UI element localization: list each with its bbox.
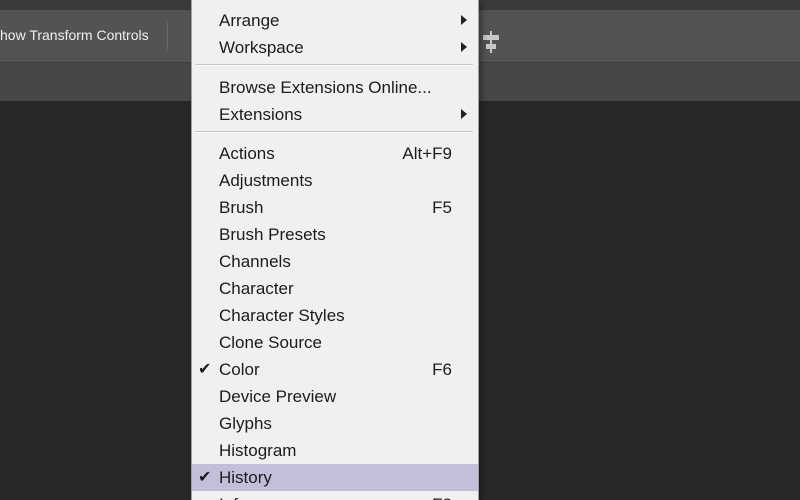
menu-item-label: Actions bbox=[219, 144, 275, 163]
submenu-arrow-icon bbox=[461, 15, 467, 25]
menu-item-label: Character bbox=[219, 279, 294, 298]
menu-item-shortcut: Alt+F9 bbox=[402, 144, 452, 163]
menu-separator bbox=[195, 131, 473, 133]
menu-item-workspace[interactable]: Workspace bbox=[192, 34, 478, 61]
menu-item-channels[interactable]: Channels bbox=[192, 248, 478, 275]
menu-item-label: Clone Source bbox=[219, 333, 323, 352]
menu-item-history[interactable]: ✔ History bbox=[192, 464, 478, 491]
options-bar-divider bbox=[167, 22, 168, 50]
menu-item-label: Glyphs bbox=[219, 414, 272, 433]
submenu-arrow-icon bbox=[461, 109, 467, 119]
menu-item-label: Info bbox=[219, 495, 247, 500]
menu-item-label: Brush bbox=[219, 198, 264, 217]
menu-item-label: Device Preview bbox=[219, 387, 337, 406]
menu-item-label: Arrange bbox=[219, 11, 280, 30]
menu-item-label: Browse Extensions Online... bbox=[219, 78, 432, 97]
menu-item-shortcut: F8 bbox=[432, 495, 452, 500]
menu-item-info[interactable]: Info F8 bbox=[192, 491, 478, 500]
menu-item-clone-source[interactable]: Clone Source bbox=[192, 329, 478, 356]
menu-separator bbox=[195, 64, 473, 66]
menu-item-label: Histogram bbox=[219, 441, 297, 460]
menu-item-shortcut: F5 bbox=[432, 198, 452, 217]
menu-item-label: Workspace bbox=[219, 38, 304, 57]
menu-item-brush-presets[interactable]: Brush Presets bbox=[192, 221, 478, 248]
submenu-arrow-icon bbox=[461, 42, 467, 52]
menu-item-color[interactable]: ✔ Color F6 bbox=[192, 356, 478, 383]
menu-item-label: Adjustments bbox=[219, 171, 313, 190]
menu-item-adjustments[interactable]: Adjustments bbox=[192, 167, 478, 194]
menu-item-glyphs[interactable]: Glyphs bbox=[192, 410, 478, 437]
align-distribute-icon[interactable] bbox=[478, 31, 504, 53]
menu-item-label: History bbox=[219, 468, 272, 487]
menu-item-character[interactable]: Character bbox=[192, 275, 478, 302]
menu-item-label: Color bbox=[219, 360, 260, 379]
menu-item-extensions[interactable]: Extensions bbox=[192, 101, 478, 128]
checkmark-icon: ✔ bbox=[198, 469, 212, 486]
menu-item-browse-extensions-online[interactable]: Browse Extensions Online... bbox=[192, 74, 478, 101]
menu-item-label: Character Styles bbox=[219, 306, 345, 325]
menu-item-histogram[interactable]: Histogram bbox=[192, 437, 478, 464]
menu-item-label: Extensions bbox=[219, 105, 303, 124]
checkmark-icon: ✔ bbox=[198, 361, 212, 378]
show-transform-controls-label[interactable]: how Transform Controls bbox=[0, 27, 149, 43]
menu-item-device-preview[interactable]: Device Preview bbox=[192, 383, 478, 410]
menu-item-label: Brush Presets bbox=[219, 225, 326, 244]
menu-item-actions[interactable]: Actions Alt+F9 bbox=[192, 140, 478, 167]
window-menu-dropdown: Arrange Workspace Browse Extensions Online… bbox=[191, 0, 479, 500]
menu-item-character-styles[interactable]: Character Styles bbox=[192, 302, 478, 329]
menu-item-shortcut: F6 bbox=[432, 360, 452, 379]
menu-item-arrange[interactable]: Arrange bbox=[192, 7, 478, 34]
menu-item-label: Channels bbox=[219, 252, 291, 271]
menu-item-brush[interactable]: Brush F5 bbox=[192, 194, 478, 221]
